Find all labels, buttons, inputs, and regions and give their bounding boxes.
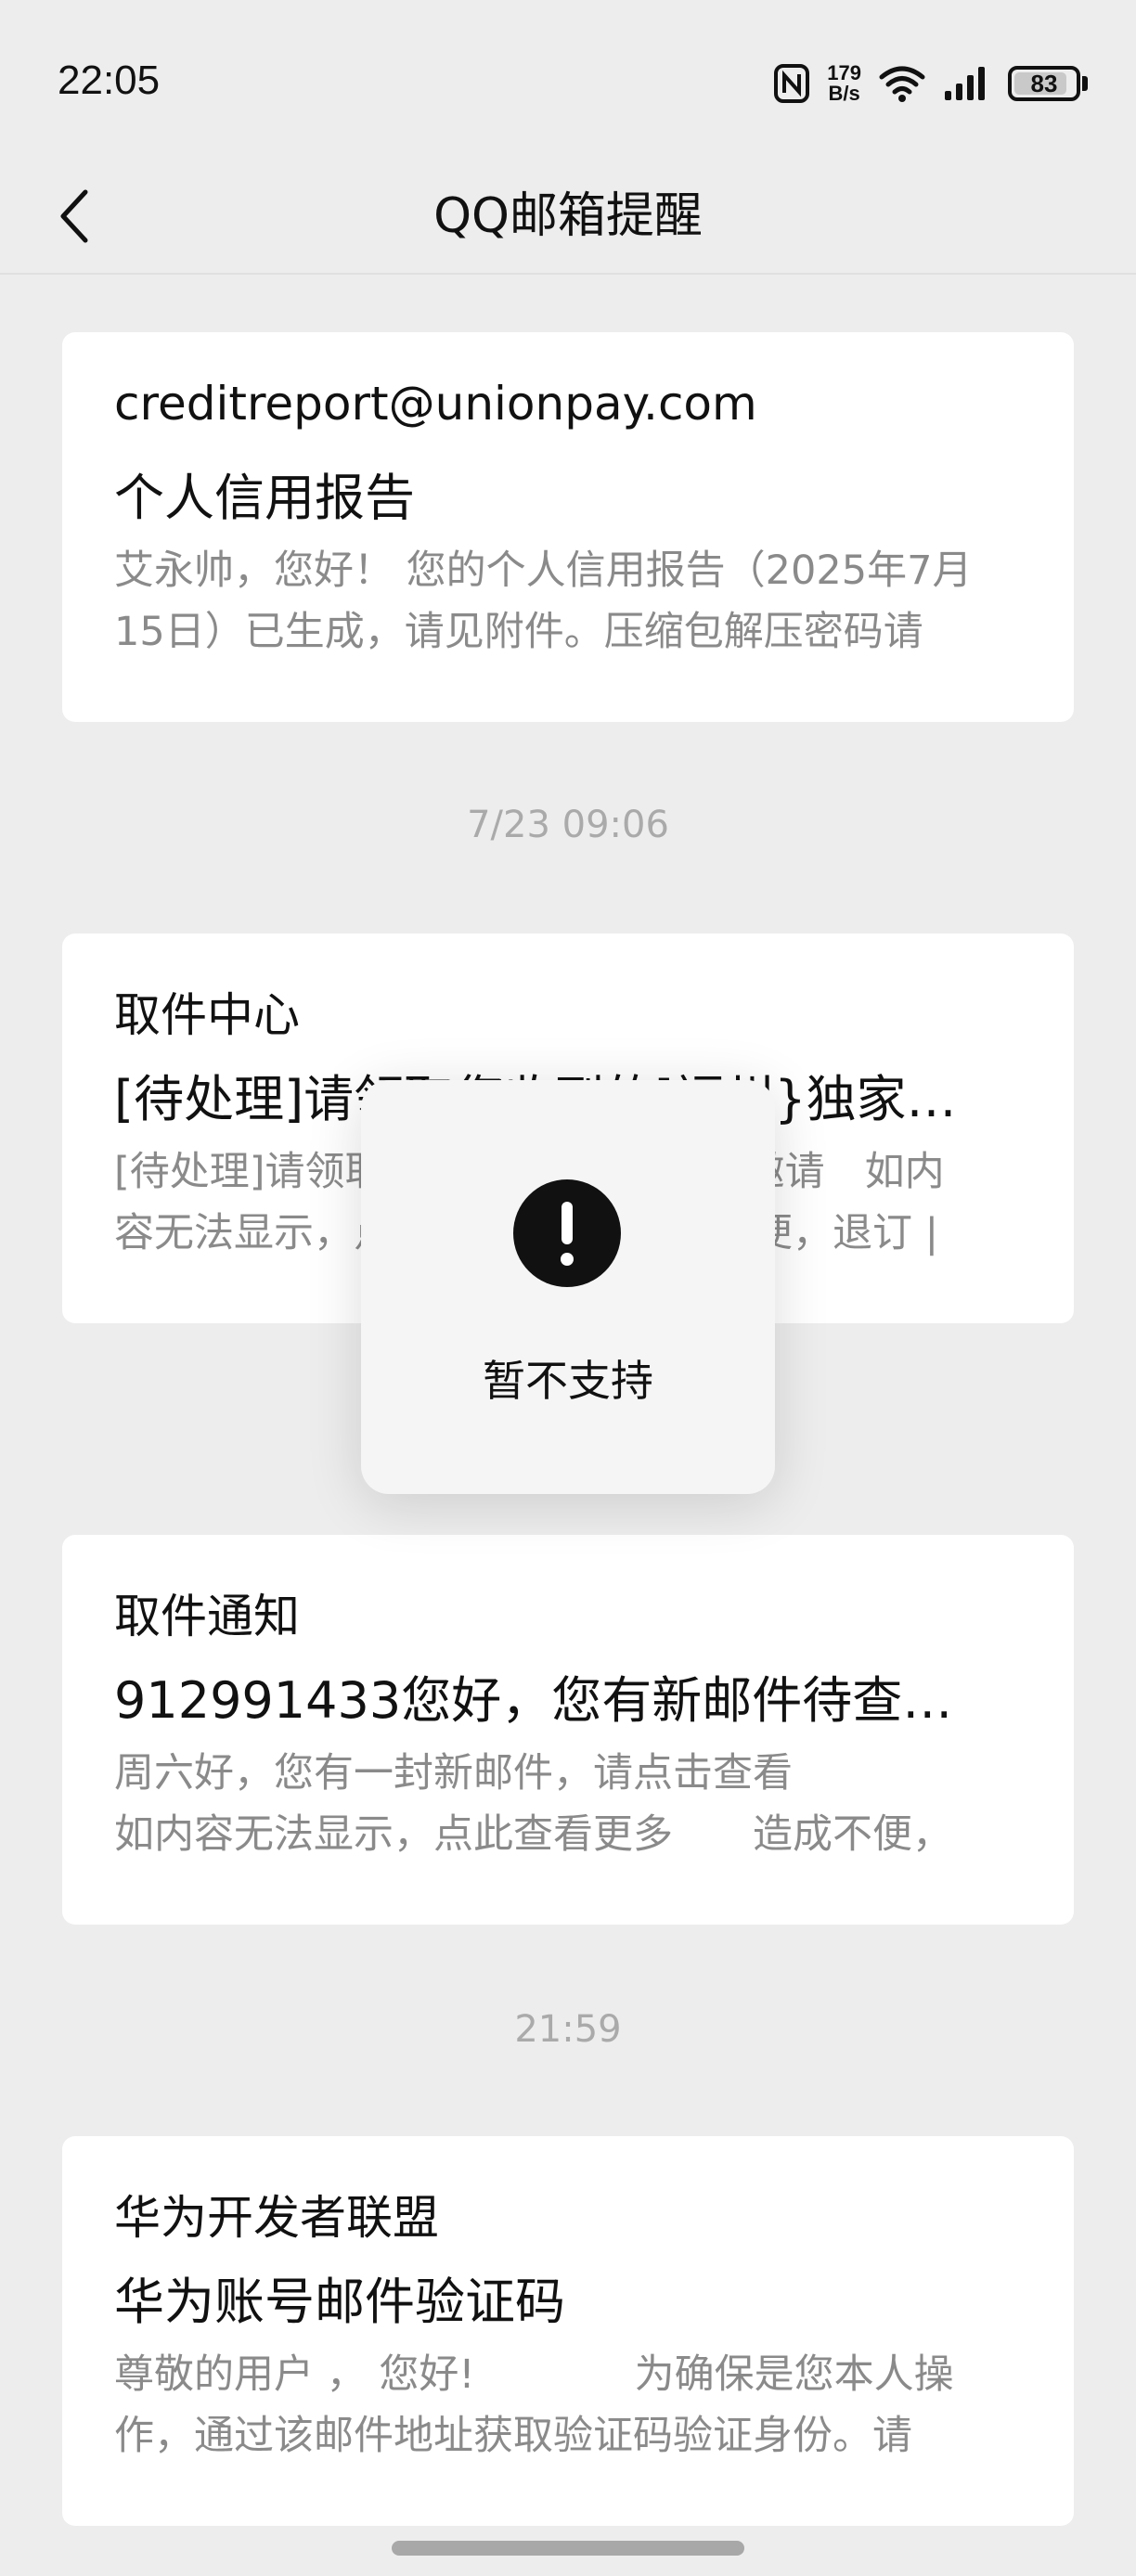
speed-value: 179 <box>827 61 861 84</box>
message-subject: 个人信用报告 <box>114 469 415 527</box>
preview-line: 15日）已生成，请见附件。压缩包解压密码请 <box>114 609 923 655</box>
page-title: QQ邮箱提醒 <box>433 188 703 244</box>
status-icons: 179 B/s 83 <box>773 58 1088 109</box>
speed-unit: B/s <box>828 82 860 105</box>
message-sender: 取件通知 <box>114 1590 300 1643</box>
toast-popup: 暂不支持 <box>361 1080 775 1494</box>
exclamation-circle-icon <box>513 1179 621 1287</box>
battery-level: 83 <box>1030 69 1058 97</box>
timestamp-divider: 21:59 <box>514 2008 622 2051</box>
toast-text: 暂不支持 <box>483 1356 653 1406</box>
preview-line: 作，通过该邮件地址获取验证码验证身份。请 <box>114 2413 912 2459</box>
preview-line: 艾永帅，您好！ 您的个人信用报告（2025年7月 <box>114 547 973 594</box>
battery-icon: 83 <box>1008 66 1080 101</box>
message-card[interactable]: 取件通知 912991433您好，您有新邮件待查收… 周六好，您有一封新邮件，请… <box>62 1535 1074 1925</box>
message-sender: creditreport@unionpay.com <box>114 377 757 431</box>
back-button[interactable] <box>37 174 111 258</box>
status-time: 22:05 <box>58 58 161 103</box>
message-subject: 912991433您好，您有新邮件待查收… <box>114 1671 987 1730</box>
network-speed: 179 B/s <box>827 63 861 104</box>
message-subject: 华为账号邮件验证码 <box>114 2273 565 2331</box>
message-sender: 取件中心 <box>114 988 300 1042</box>
message-card[interactable]: 华为开发者联盟 华为账号邮件验证码 尊敬的用户 ， 您好! 为确保是您本人操 作… <box>62 2136 1074 2526</box>
message-sender: 华为开发者联盟 <box>114 2191 439 2245</box>
message-card[interactable]: creditreport@unionpay.com 个人信用报告 艾永帅，您好！… <box>62 332 1074 722</box>
chevron-left-icon <box>60 189 88 243</box>
signal-icon <box>945 67 985 100</box>
status-bar: 22:05 179 B/s 83 <box>0 0 1136 167</box>
preview-line: 尊敬的用户 ， 您好! 为确保是您本人操 <box>114 2351 954 2398</box>
wifi-icon <box>879 66 925 102</box>
timestamp-divider: 7/23 09:06 <box>467 804 669 846</box>
message-preview: 周六好，您有一封新邮件，请点击查看 如内容无法显示，点此查看更多 造成不便， <box>114 1743 1033 1865</box>
home-indicator[interactable] <box>392 2541 744 2556</box>
nfc-icon <box>774 64 810 103</box>
message-preview: 艾永帅，您好！ 您的个人信用报告（2025年7月 15日）已生成，请见附件。压缩… <box>114 540 1033 663</box>
message-preview: 尊敬的用户 ， 您好! 为确保是您本人操 作，通过该邮件地址获取验证码验证身份。… <box>114 2344 1033 2467</box>
preview-line: 如内容无法显示，点此查看更多 造成不便， <box>114 1811 952 1858</box>
nav-bar: QQ邮箱提醒 <box>0 158 1136 275</box>
preview-line: 周六好，您有一封新邮件，请点击查看 <box>114 1750 793 1797</box>
